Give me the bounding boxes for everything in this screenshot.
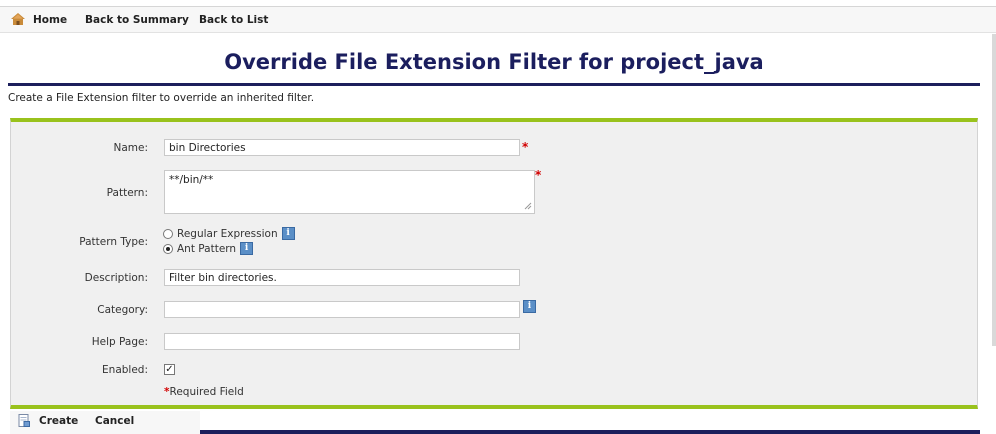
- name-field[interactable]: [164, 139, 520, 156]
- back-to-list-link[interactable]: Back to List: [199, 14, 268, 26]
- enabled-label: Enabled:: [102, 364, 148, 376]
- form-actions: Create Cancel: [10, 411, 200, 434]
- pattern-required-marker: *: [535, 168, 542, 182]
- ant-option-label: Ant Pattern: [177, 242, 237, 255]
- filter-form: Name: * Pattern: **/bin/** * Pattern Typ…: [10, 118, 978, 409]
- description-field[interactable]: [164, 269, 520, 286]
- scrollbar[interactable]: [992, 34, 996, 346]
- help-page-field[interactable]: [164, 333, 520, 350]
- info-icon[interactable]: i: [523, 300, 536, 313]
- enabled-checkbox[interactable]: ✓: [164, 364, 175, 375]
- title-divider: [8, 83, 980, 86]
- regex-option[interactable]: Regular Expression i: [163, 227, 295, 240]
- required-field-note: *Required Field: [164, 386, 244, 398]
- help-page-label: Help Page:: [91, 336, 148, 348]
- cancel-button[interactable]: Cancel: [95, 415, 134, 427]
- top-nav: Home Back to Summary Back to List: [0, 7, 996, 33]
- create-button[interactable]: Create: [39, 415, 78, 427]
- home-link[interactable]: Home: [33, 14, 67, 26]
- page-title: Override File Extension Filter for proje…: [224, 50, 764, 74]
- create-icon[interactable]: [18, 414, 30, 427]
- top-border: [0, 0, 996, 7]
- category-field[interactable]: [164, 301, 520, 318]
- ant-radio[interactable]: [163, 243, 173, 254]
- regex-option-label: Regular Expression: [177, 227, 278, 240]
- home-icon[interactable]: [11, 13, 25, 25]
- pattern-type-label: Pattern Type:: [79, 236, 148, 248]
- ant-option[interactable]: Ant Pattern i: [163, 242, 254, 255]
- info-icon[interactable]: i: [281, 227, 295, 240]
- regex-radio[interactable]: [163, 228, 173, 239]
- pattern-field[interactable]: **/bin/**: [164, 170, 535, 214]
- name-required-marker: *: [522, 140, 529, 154]
- required-note-text: Required Field: [169, 386, 244, 398]
- description-label: Description:: [84, 272, 148, 284]
- back-to-summary-link[interactable]: Back to Summary: [85, 14, 189, 26]
- info-icon[interactable]: i: [240, 242, 254, 255]
- pattern-label: Pattern:: [106, 187, 148, 199]
- bottom-divider: [200, 430, 980, 434]
- name-label: Name:: [113, 142, 148, 154]
- resize-grip-icon[interactable]: [524, 202, 532, 210]
- category-label: Category:: [97, 304, 148, 316]
- page-description: Create a File Extension filter to overri…: [8, 92, 315, 104]
